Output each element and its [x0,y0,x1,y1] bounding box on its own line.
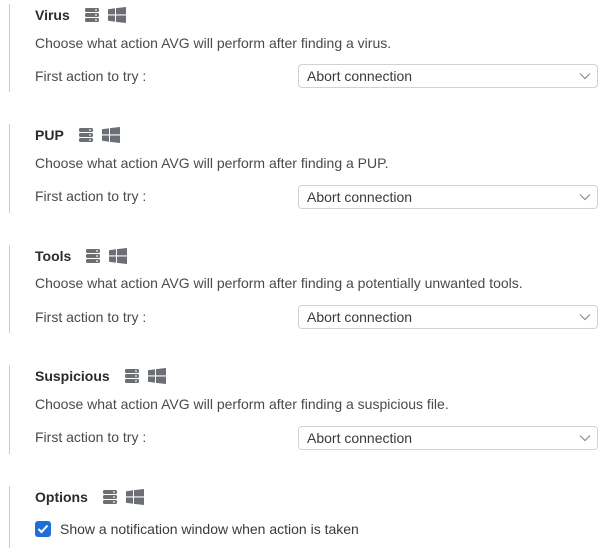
section-title: Virus [35,7,70,23]
section-tools: Tools Choose what action AVG will perfor… [9,245,604,333]
section-description: Choose what action AVG will perform afte… [35,275,523,291]
notification-checkbox[interactable] [35,521,51,537]
chevron-down-icon [573,427,597,449]
windows-icon [109,248,128,264]
section-header: Tools [35,245,135,267]
section-header: Suspicious [35,365,174,387]
windows-icon [125,489,144,505]
first-action-label: First action to try : [35,429,147,445]
section-description: Choose what action AVG will perform afte… [35,35,392,51]
select-value: Abort connection [307,430,413,446]
notification-checkbox-label: Show a notification window when action i… [60,521,359,537]
notification-checkbox-row[interactable]: Show a notification window when action i… [35,521,359,537]
select-value: Abort connection [307,189,413,205]
first-action-select[interactable]: Abort connection [298,426,598,450]
checkmark-icon [37,524,49,534]
section-options: Options Show a notification window when … [9,486,604,548]
chevron-down-icon [573,306,597,328]
first-action-label: First action to try : [35,188,147,204]
section-virus: Virus Choose what action AVG will perfor… [9,4,604,92]
windows-icon [107,7,126,23]
first-action-select[interactable]: Abort connection [298,305,598,329]
section-title: PUP [35,127,64,143]
windows-icon [147,368,166,384]
section-header: PUP [35,124,128,146]
section-header: Virus [35,4,134,26]
section-title: Tools [35,248,72,264]
section-header: Options [35,486,152,508]
antivirus-actions-settings: Virus Choose what action AVG will perfor… [0,0,611,557]
select-value: Abort connection [307,68,413,84]
first-action-label: First action to try : [35,309,147,325]
windows-icon [101,127,120,143]
server-icon [102,489,118,505]
section-description: Choose what action AVG will perform afte… [35,155,389,171]
first-action-select[interactable]: Abort connection [298,185,598,209]
select-value: Abort connection [307,309,413,325]
server-icon [84,7,100,23]
section-title: Suspicious [35,368,110,384]
chevron-down-icon [573,186,597,208]
section-pup: PUP Choose what action AVG will perform … [9,124,604,213]
section-suspicious: Suspicious Choose what action AVG will p… [9,365,604,454]
section-description: Choose what action AVG will perform afte… [35,396,449,412]
server-icon [124,368,140,384]
first-action-select[interactable]: Abort connection [298,64,598,88]
first-action-label: First action to try : [35,68,147,84]
server-icon [78,127,94,143]
section-title: Options [35,489,88,505]
chevron-down-icon [573,65,597,87]
server-icon [85,248,101,264]
